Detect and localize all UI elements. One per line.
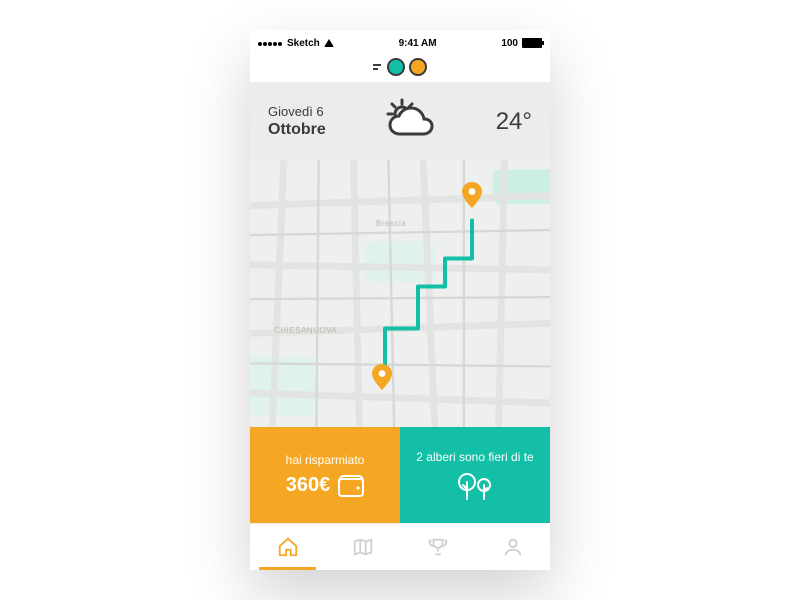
map-icon — [352, 536, 374, 558]
trees-caption: 2 alberi sono fieri di te — [416, 450, 533, 465]
date-block: Giovedì 6 Ottobre — [268, 104, 326, 140]
savings-value: 360€ — [286, 474, 331, 497]
profile-icon — [502, 536, 524, 558]
app-logo — [250, 52, 550, 82]
tab-achievements[interactable] — [400, 524, 475, 570]
trees-card[interactable]: 2 alberi sono fieri di te — [400, 427, 550, 523]
tab-bar — [250, 523, 550, 570]
coin-teal-icon — [387, 58, 405, 76]
date-day: Giovedì 6 — [268, 104, 326, 120]
route-map[interactable]: Brescia CHIESANUOVA — [250, 160, 550, 427]
route-line — [250, 160, 550, 427]
savings-caption: hai risparmiato — [286, 453, 365, 468]
tab-map[interactable] — [325, 524, 400, 570]
motion-lines-icon — [373, 64, 381, 70]
weather-header: Giovedì 6 Ottobre 24° — [250, 82, 550, 160]
clock-label: 9:41 AM — [399, 38, 437, 49]
temperature-value: 24° — [496, 108, 532, 136]
trophy-icon — [427, 536, 449, 558]
tab-home[interactable] — [250, 524, 325, 570]
trees-icon — [455, 471, 495, 501]
status-bar: Sketch 9:41 AM 100 — [250, 30, 550, 52]
map-pin-origin-icon[interactable] — [372, 364, 392, 390]
battery-label: 100 — [501, 38, 518, 49]
phone-frame: Sketch 9:41 AM 100 Giovedì 6 Ottobre — [250, 30, 550, 570]
coin-gold-icon — [409, 58, 427, 76]
wifi-icon — [324, 39, 334, 47]
weather-icon — [326, 98, 496, 146]
tab-profile[interactable] — [475, 524, 550, 570]
date-month: Ottobre — [268, 120, 326, 140]
signal-dots-icon — [258, 38, 283, 49]
wallet-icon — [338, 475, 364, 497]
carrier-label: Sketch — [287, 38, 320, 49]
battery-icon — [522, 38, 542, 48]
map-pin-destination-icon[interactable] — [462, 182, 482, 208]
home-icon — [277, 536, 299, 558]
savings-card[interactable]: hai risparmiato 360€ — [250, 427, 400, 523]
stats-row: hai risparmiato 360€ 2 alberi sono fieri… — [250, 427, 550, 523]
